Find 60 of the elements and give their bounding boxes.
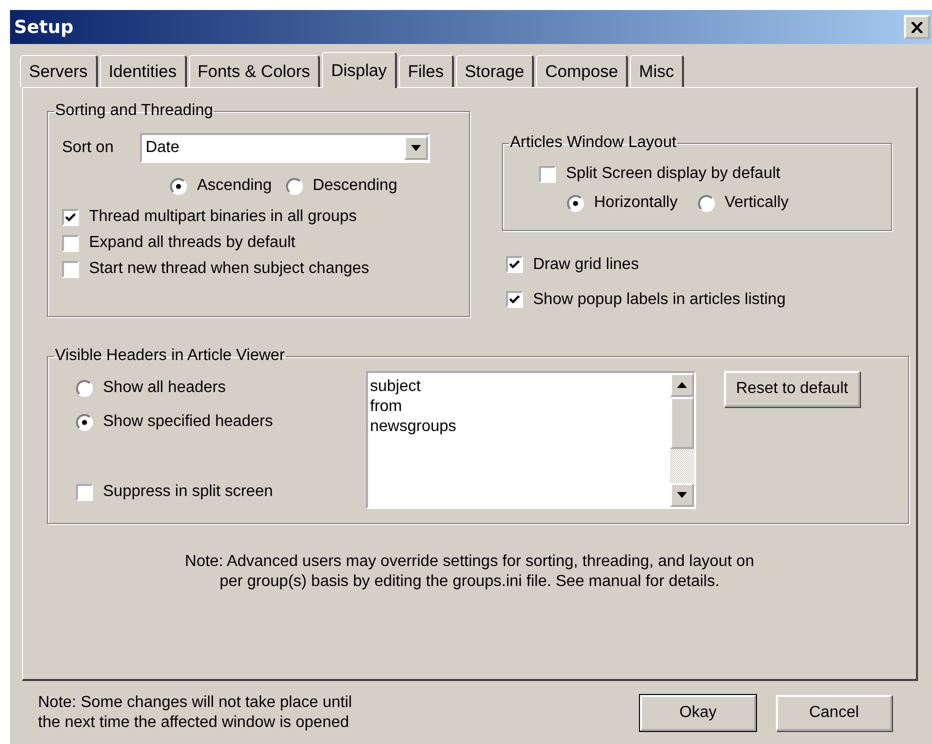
footer-note: Note: Some changes will not take place until the next time the affected window is opened bbox=[38, 693, 353, 733]
radio-option[interactable]: Horizontally bbox=[567, 194, 678, 212]
down-arrow-icon bbox=[677, 492, 687, 498]
tab[interactable]: Compose bbox=[536, 55, 628, 87]
list-item[interactable]: from bbox=[370, 397, 668, 417]
okay-button[interactable]: Okay bbox=[640, 695, 756, 731]
tab[interactable]: Identities bbox=[100, 55, 187, 87]
radio-button[interactable] bbox=[170, 178, 187, 194]
tab[interactable]: Servers bbox=[20, 55, 98, 87]
radio-option[interactable]: Descending bbox=[286, 177, 398, 195]
checkbox-box[interactable] bbox=[62, 260, 79, 278]
radio-option[interactable]: Show all headers bbox=[76, 379, 226, 397]
scroll-down-button[interactable] bbox=[670, 483, 694, 507]
group-title: Visible Headers in Article Viewer bbox=[54, 347, 286, 365]
checkmark-icon bbox=[509, 259, 520, 270]
list-item[interactable]: subject bbox=[370, 377, 668, 397]
checkbox-label: Draw grid lines bbox=[533, 256, 639, 274]
group-title: Sorting and Threading bbox=[54, 102, 214, 120]
checkbox-box[interactable] bbox=[76, 484, 93, 500]
list-item[interactable]: newsgroups bbox=[370, 417, 668, 437]
tab[interactable]: Files bbox=[398, 55, 454, 87]
up-arrow-icon bbox=[677, 382, 687, 388]
tab[interactable]: Storage bbox=[456, 55, 534, 87]
scroll-up-button[interactable] bbox=[670, 373, 694, 397]
cancel-button[interactable]: Cancel bbox=[776, 695, 892, 731]
checkmark-icon bbox=[509, 294, 520, 305]
window-title: Setup bbox=[14, 16, 74, 38]
radio-label: Vertically bbox=[724, 194, 789, 212]
radio-button[interactable] bbox=[698, 194, 715, 212]
scrollbar[interactable] bbox=[670, 373, 694, 507]
checkbox-box[interactable] bbox=[506, 291, 523, 308]
field-label: Sort on bbox=[62, 139, 114, 157]
checkmark-icon bbox=[65, 212, 76, 222]
radio-label: Horizontally bbox=[594, 194, 678, 212]
tab[interactable]: Fonts & Colors bbox=[188, 55, 320, 87]
radio-label: Show all headers bbox=[103, 379, 226, 397]
radio-button[interactable] bbox=[76, 380, 93, 396]
note-text: Note: Advanced users may override settings for sorting, threading, and layout on per group(s) basis by editing the groups.ini file. See manual for details. bbox=[184, 552, 756, 592]
checkbox-box[interactable] bbox=[506, 256, 523, 273]
radio-option[interactable]: Ascending bbox=[170, 177, 272, 195]
radio-option[interactable]: Vertically bbox=[698, 194, 789, 212]
headers-listbox[interactable]: subject from newsgroups bbox=[366, 371, 696, 509]
close-icon bbox=[911, 22, 923, 32]
tab[interactable]: Misc bbox=[630, 55, 684, 87]
dropdown-arrow-button[interactable] bbox=[404, 136, 428, 160]
group-title: Articles Window Layout bbox=[509, 134, 678, 152]
checkbox-box[interactable] bbox=[62, 208, 79, 226]
reset-button[interactable]: Reset to default bbox=[724, 371, 860, 407]
checkbox-box[interactable] bbox=[539, 166, 556, 182]
radio-label: Descending bbox=[312, 177, 398, 195]
close-button[interactable] bbox=[904, 15, 930, 39]
radio-label: Ascending bbox=[197, 177, 272, 195]
checkbox-box[interactable] bbox=[62, 234, 79, 252]
radio-button[interactable] bbox=[76, 414, 93, 430]
sort-dropdown[interactable]: Date bbox=[140, 133, 430, 163]
checkbox[interactable]: Draw grid lines bbox=[506, 256, 639, 274]
down-arrow-icon bbox=[410, 145, 421, 151]
radio-button[interactable] bbox=[567, 194, 584, 212]
radio-button[interactable] bbox=[286, 178, 303, 194]
tab[interactable]: Display bbox=[322, 52, 397, 88]
